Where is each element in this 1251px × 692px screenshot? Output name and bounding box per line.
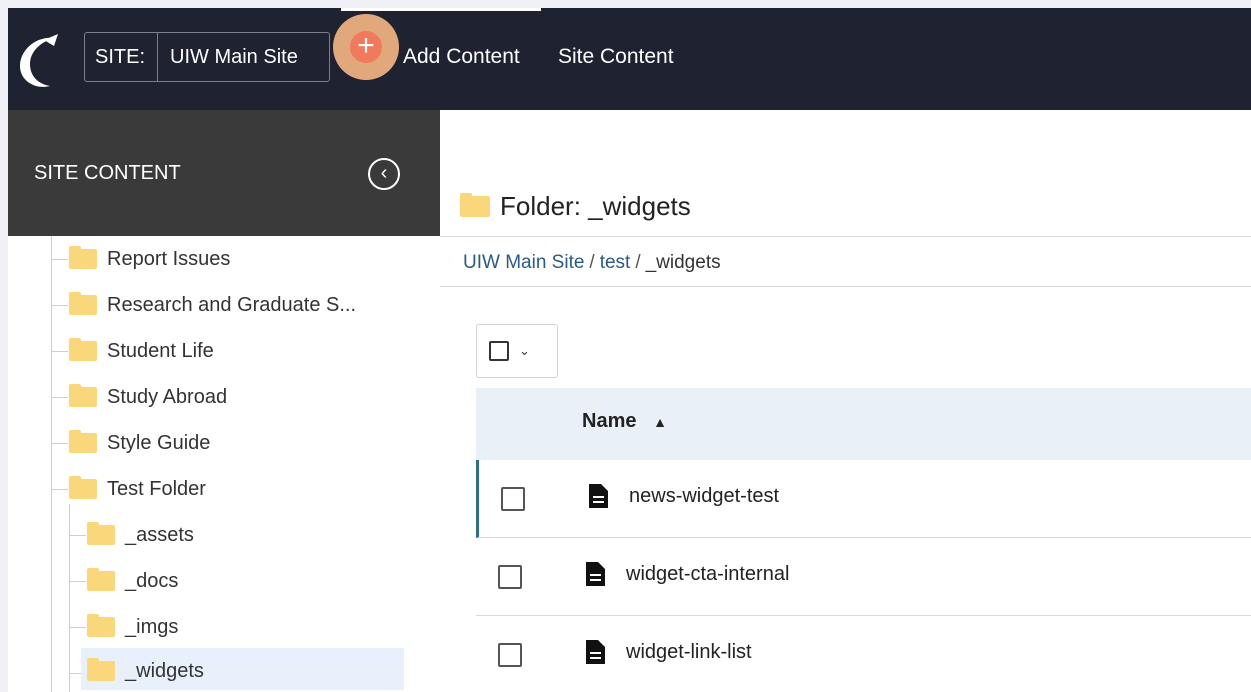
tree-item-widgets[interactable]: _widgets [87, 652, 204, 690]
site-selector-label: SITE: [85, 33, 159, 81]
tree-item-report-issues[interactable]: Report Issues [69, 240, 230, 278]
folder-icon [87, 568, 115, 591]
folder-icon [87, 522, 115, 545]
tree-item-label: Study Abroad [107, 385, 228, 408]
tree-line [69, 581, 86, 582]
tree-line [51, 397, 68, 398]
tree-line [69, 627, 86, 628]
chevron-down-icon: ⌄ [519, 343, 530, 358]
divider [440, 236, 1251, 237]
folder-icon [69, 292, 97, 315]
tree-item-label: Style Guide [107, 431, 211, 454]
bulk-select-dropdown[interactable]: ⌄ [476, 324, 558, 378]
tree-item-label: Report Issues [107, 247, 231, 270]
folder-icon [69, 246, 97, 269]
tree-line [69, 504, 70, 692]
tree-item-style-guide[interactable]: Style Guide [69, 424, 210, 462]
breadcrumb-link-main-site[interactable]: UIW Main Site [463, 252, 584, 273]
site-selector-value: UIW Main Site [170, 45, 298, 68]
tree-item-label: _widgets [125, 659, 204, 682]
row-checkbox[interactable] [498, 565, 522, 589]
top-bar: SITE: UIW Main Site + Add Content Site C… [8, 8, 1251, 110]
tree-line [51, 489, 68, 490]
breadcrumb-separator: / [589, 252, 595, 273]
sidebar-title: SITE CONTENT [34, 162, 181, 184]
sort-ascending-icon: ▲ [653, 414, 668, 430]
folder-icon [87, 658, 115, 681]
tree-item-label: Test Folder [107, 477, 206, 500]
table-row[interactable]: news-widget-test [476, 460, 1251, 538]
tree-item-label: _assets [125, 523, 194, 546]
folder-icon [69, 430, 97, 453]
tree-line [51, 259, 68, 260]
folder-icon [460, 193, 490, 217]
row-checkbox[interactable] [501, 487, 525, 511]
folder-icon [69, 384, 97, 407]
row-name[interactable]: news-widget-test [629, 485, 779, 508]
chevron-left-icon: ‹ [380, 162, 388, 184]
site-selector[interactable]: SITE: UIW Main Site [84, 32, 330, 82]
tree-item-docs[interactable]: _docs [87, 562, 178, 600]
page-title-text: Folder: _widgets [500, 191, 691, 221]
document-icon [586, 640, 605, 664]
column-header-name[interactable]: Name ▲ [582, 410, 667, 433]
page-title: Folder: _widgets [460, 191, 691, 222]
tree-item-imgs[interactable]: _imgs [87, 608, 178, 646]
app-window: SITE: UIW Main Site + Add Content Site C… [8, 8, 1251, 692]
row-name[interactable]: widget-link-list [626, 641, 752, 664]
sidebar-header: SITE CONTENT ‹ [8, 110, 440, 236]
breadcrumb-separator: / [635, 252, 641, 273]
tree-item-label: Research and Graduate S... [107, 293, 357, 316]
document-icon [586, 562, 605, 586]
table-header: Name ▲ [476, 388, 1251, 460]
folder-icon [69, 476, 97, 499]
column-header-name-label: Name [582, 410, 637, 432]
select-all-checkbox[interactable] [489, 341, 509, 361]
tree-line [69, 535, 86, 536]
tree-line [51, 443, 68, 444]
tree-item-student-life[interactable]: Student Life [69, 332, 214, 370]
tree-item-label: _docs [125, 569, 179, 592]
document-icon [589, 484, 608, 508]
breadcrumb: UIW Main Site / test / _widgets [463, 252, 721, 274]
tree-item-label: _imgs [125, 615, 179, 638]
tree-line [51, 305, 68, 306]
row-checkbox[interactable] [498, 643, 522, 667]
table-row[interactable]: widget-link-list [476, 616, 1251, 692]
add-content-button[interactable]: + [333, 8, 401, 90]
tree-item-study-abroad[interactable]: Study Abroad [69, 378, 227, 416]
nav-site-content[interactable]: Site Content [558, 45, 674, 69]
collapse-sidebar-button[interactable]: ‹ [368, 158, 400, 190]
tree-item-label: Student Life [107, 339, 214, 362]
row-name[interactable]: widget-cta-internal [626, 563, 789, 586]
tree-item-test-folder[interactable]: Test Folder [69, 470, 206, 508]
folder-icon [87, 614, 115, 637]
breadcrumb-current: _widgets [645, 252, 721, 273]
plus-icon: + [350, 31, 382, 63]
nav-add-content[interactable]: Add Content [403, 45, 520, 69]
tree-line [51, 351, 68, 352]
tree-item-assets[interactable]: _assets [87, 516, 194, 554]
folder-icon [69, 338, 97, 361]
logo-icon[interactable] [14, 30, 70, 90]
breadcrumb-link-test[interactable]: test [600, 252, 631, 273]
divider [440, 286, 1251, 287]
tree-item-research[interactable]: Research and Graduate S... [69, 286, 356, 324]
table-row[interactable]: widget-cta-internal [476, 538, 1251, 616]
